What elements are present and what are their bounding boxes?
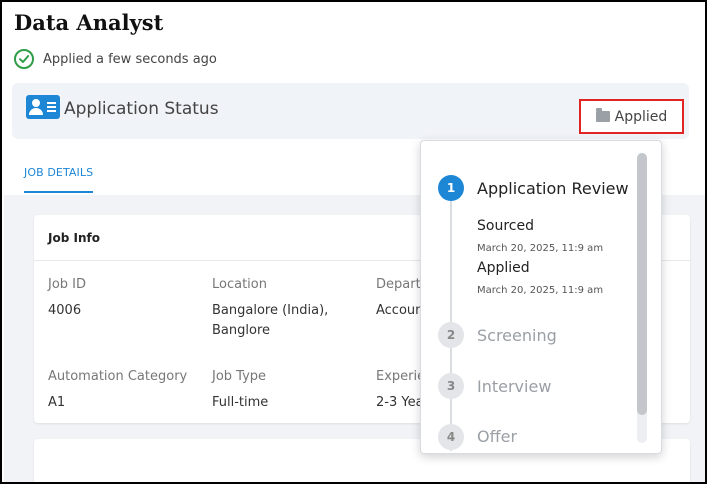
event-applied-title: Applied (477, 260, 530, 276)
job-title: Data Analyst (14, 10, 164, 35)
folder-icon (595, 108, 610, 122)
job-type-value: Full-time (212, 395, 269, 410)
job-id-label: Job ID (48, 277, 87, 292)
experience-value: 2-3 Yea (376, 395, 424, 410)
step-offer[interactable]: Offer (477, 427, 517, 446)
step-screening[interactable]: Screening (477, 326, 557, 345)
job-id-value: 4006 (48, 303, 82, 318)
applied-time-text: Applied a few seconds ago (43, 51, 217, 67)
event-sourced-title: Sourced (477, 218, 534, 234)
applied-status-button[interactable]: Applied (579, 99, 684, 134)
applied-button-label: Applied (614, 108, 668, 125)
event-applied-time: March 20, 2025, 11:9 am (477, 285, 604, 296)
job-type-label: Job Type (212, 369, 267, 384)
automation-category-value: A1 (48, 395, 66, 410)
event-sourced-time: March 20, 2025, 11:9 am (477, 243, 604, 254)
step-2-badge: 2 (438, 322, 464, 348)
location-label: Location (212, 277, 267, 292)
scrollbar-thumb[interactable] (637, 153, 647, 415)
department-value: Accoun (376, 303, 424, 318)
step-application-review[interactable]: Application Review (477, 179, 629, 198)
application-status-title: Application Status (64, 99, 219, 119)
page-frame: Data Analyst Applied a few seconds ago A… (0, 0, 707, 484)
step-1-badge: 1 (438, 175, 464, 201)
automation-category-label: Automation Category (48, 369, 188, 384)
step-3-badge: 3 (438, 373, 464, 399)
job-info-title: Job Info (48, 231, 100, 245)
location-value: Bangalore (India), Banglore (212, 303, 329, 338)
step-interview[interactable]: Interview (477, 377, 551, 396)
step-4-badge: 4 (438, 424, 464, 450)
contact-card-icon (26, 95, 60, 119)
status-timeline-dropdown: 1 Application Review Sourced March 20, 2… (420, 140, 662, 454)
check-circle-icon (14, 49, 34, 69)
tab-job-details[interactable]: JOB DETAILS (24, 166, 94, 193)
applied-status-line: Applied a few seconds ago (14, 49, 217, 69)
experience-label: Experie (376, 369, 426, 384)
